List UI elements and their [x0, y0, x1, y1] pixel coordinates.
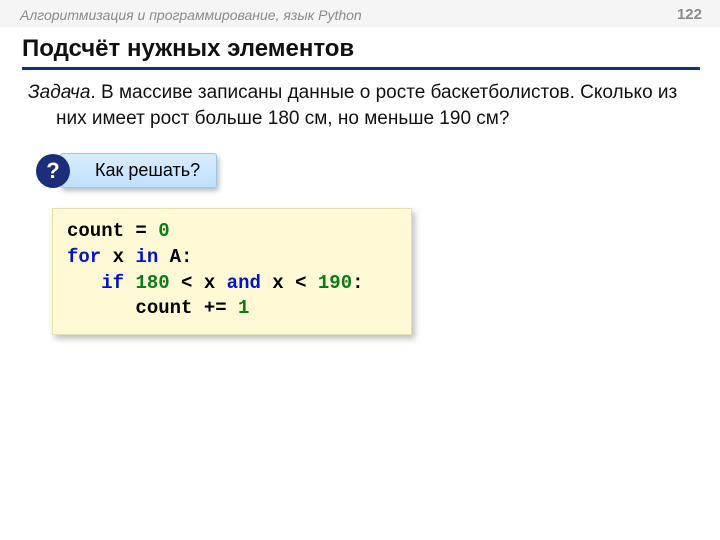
slide-heading: Подсчёт нужных элементов — [22, 35, 700, 70]
task-text: Задача. В массиве записаны данные о рост… — [28, 80, 680, 131]
hint-callout: ? Как решать? — [52, 153, 217, 188]
question-icon: ? — [36, 154, 70, 188]
page-number: 122 — [677, 6, 702, 23]
task-body: . В массиве записаны данные о росте баск… — [56, 82, 677, 129]
task-label: Задача — [28, 82, 90, 103]
code-block: count = 0 for x in A: if 180 < x and x <… — [52, 208, 412, 335]
hint-text: Как решать? — [60, 153, 217, 188]
slide-header: Алгоритмизация и программирование, язык … — [0, 0, 720, 27]
course-title: Алгоритмизация и программирование, язык … — [20, 7, 362, 23]
